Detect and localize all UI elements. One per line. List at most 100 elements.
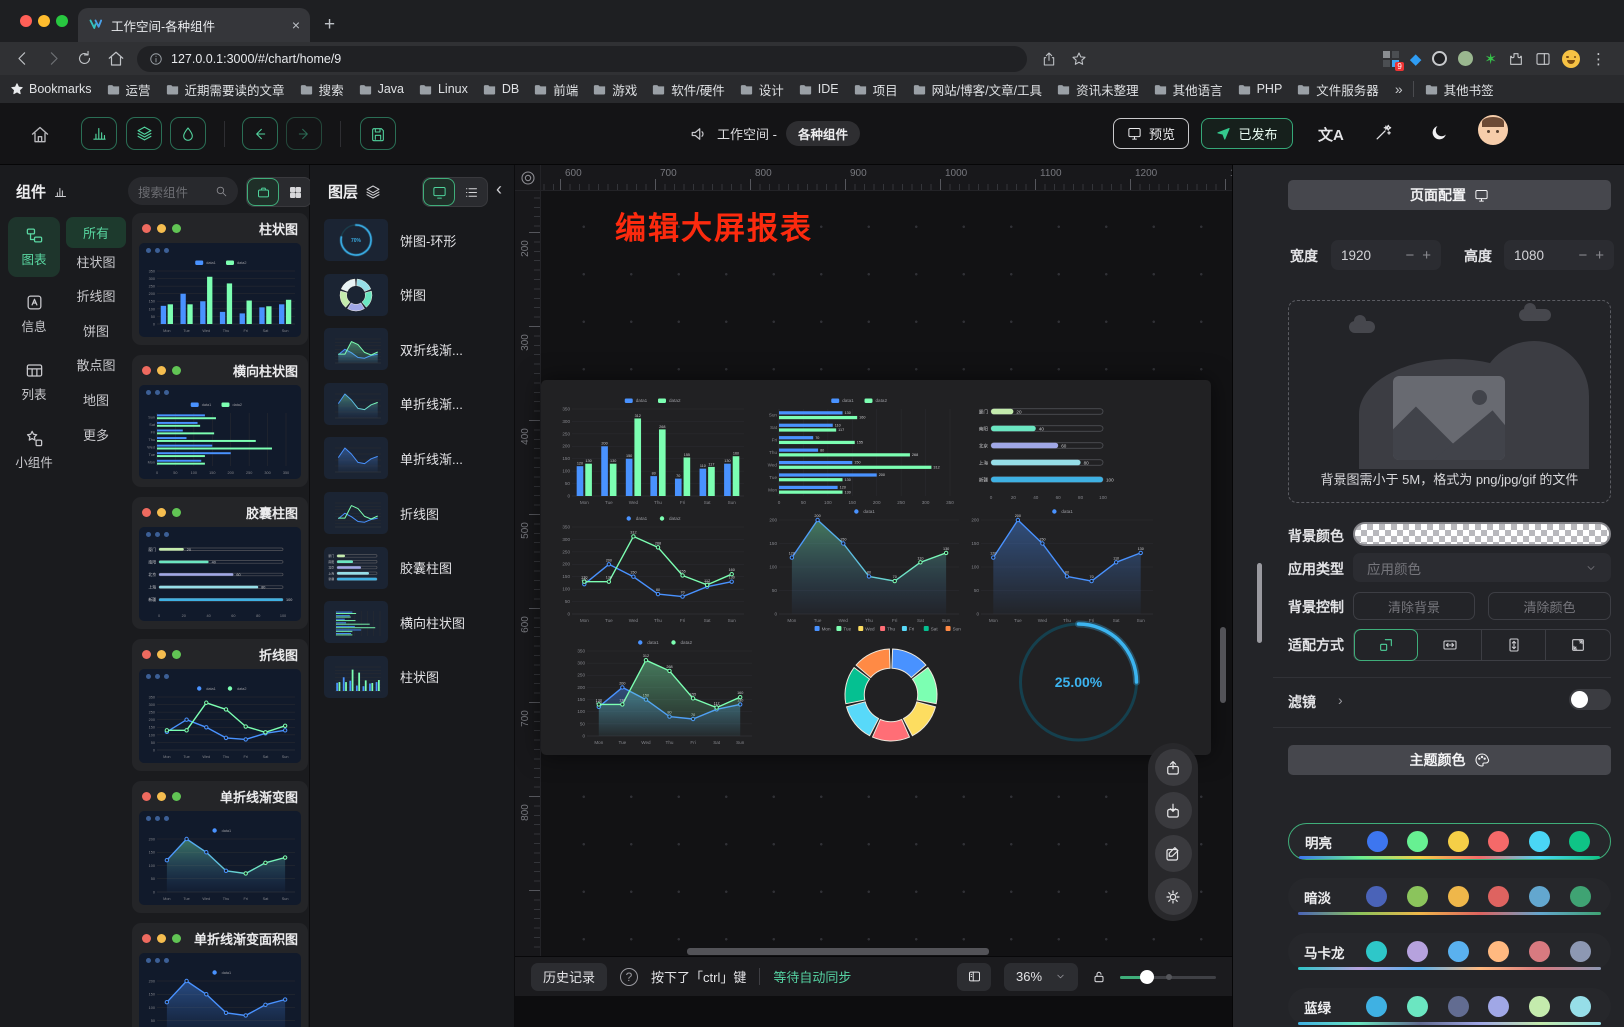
dashboard-chart[interactable]: MonTueWedThuFriSatSun <box>781 622 1001 755</box>
single-view-toggle[interactable] <box>247 178 279 206</box>
theme-color-dot[interactable] <box>1569 831 1590 852</box>
gem-extension-icon[interactable]: ◆ <box>1410 50 1422 68</box>
history-button[interactable]: 历史记录 <box>531 963 607 991</box>
theme-color-dot[interactable] <box>1366 886 1387 907</box>
tab-close-icon[interactable]: × <box>292 17 300 33</box>
theme-row-1[interactable]: 暗淡 <box>1288 878 1611 915</box>
editor-canvas[interactable]: 6007008009001000110012001300 20030040050… <box>515 165 1232 1027</box>
layers-panel-toggle[interactable] <box>126 117 162 150</box>
upload-button[interactable] <box>1155 749 1192 786</box>
clear-background-button[interactable]: 清除背景 <box>1353 592 1475 620</box>
minimap-button[interactable] <box>957 963 991 991</box>
theme-color-dot[interactable] <box>1570 941 1591 962</box>
theme-color-dot[interactable] <box>1570 996 1591 1017</box>
collapse-panel-icon[interactable]: ‹ <box>496 179 502 200</box>
search-input[interactable]: 搜索组件 <box>128 177 238 205</box>
layer-item[interactable]: 饼图 <box>324 272 502 318</box>
height-minus-button[interactable]: − <box>1578 247 1587 264</box>
bookmark-folder[interactable]: 搜索 <box>299 80 344 99</box>
dashboard-chart[interactable]: 050100150200250300350MonTueWedThuFriSatS… <box>556 394 748 506</box>
bookmark-folder[interactable]: DB <box>482 82 519 97</box>
lock-icon[interactable] <box>1091 969 1107 985</box>
bookmark-folder[interactable]: 资讯未整理 <box>1056 80 1139 99</box>
bookmark-folder[interactable]: 游戏 <box>592 80 637 99</box>
ruler-eye-icon[interactable] <box>520 170 536 186</box>
bookmark-folder[interactable]: 其他语言 <box>1153 80 1223 99</box>
category-4[interactable]: 散点图 <box>66 355 126 374</box>
fit-stretch-button[interactable] <box>1546 630 1610 660</box>
height-plus-button[interactable]: + <box>1595 247 1604 264</box>
save-button[interactable] <box>360 117 396 150</box>
theme-color-dot[interactable] <box>1570 886 1591 907</box>
component-card[interactable]: 折线图050100150200250300350MonTueWedThuFriS… <box>132 639 308 771</box>
theme-color-dot[interactable] <box>1407 941 1428 962</box>
sidebar-item-info[interactable]: 信息 <box>8 293 60 335</box>
redo-button[interactable] <box>286 117 322 150</box>
width-plus-button[interactable]: + <box>1422 247 1431 264</box>
filter-expand-icon[interactable]: › <box>1338 692 1343 708</box>
dashboard-chart[interactable]: 25.00% <box>996 614 1161 750</box>
zoom-slider[interactable] <box>1120 970 1216 984</box>
edit-button[interactable] <box>1155 835 1192 872</box>
vertical-scrollbar[interactable] <box>1220 627 1226 703</box>
bookmarks-overflow-icon[interactable]: » <box>1395 81 1403 97</box>
url-bar[interactable]: 127.0.0.1:3000/#/chart/home/9 <box>137 46 1027 72</box>
theme-color-dot[interactable] <box>1488 996 1509 1017</box>
theme-color-dot[interactable] <box>1448 831 1469 852</box>
component-card[interactable]: 单折线渐变面积图050100150200MonTueWedThuFriSatSu… <box>132 923 308 1027</box>
charts-panel-toggle[interactable] <box>81 117 117 150</box>
dashboard-chart[interactable]: 050100150200250300350MonTueWedThuFriSatS… <box>556 512 748 624</box>
sidebar-item-list[interactable]: 列表 <box>8 361 60 403</box>
category-1[interactable]: 柱状图 <box>66 252 126 271</box>
theme-color-dot[interactable] <box>1488 941 1509 962</box>
bookmark-folder[interactable]: Java <box>358 82 404 97</box>
sidebar-item-charts[interactable]: 图表 <box>8 217 60 277</box>
layer-item[interactable]: 70%饼图-环形 <box>324 217 502 263</box>
sidebar-item-widgets[interactable]: 小组件 <box>8 429 60 471</box>
clear-color-button[interactable]: 清除颜色 <box>1488 592 1611 620</box>
bookmark-folder[interactable]: IDE <box>798 82 839 97</box>
publish-button[interactable]: 已发布 <box>1201 118 1293 149</box>
bookmark-folder[interactable]: 网站/博客/文章/工具 <box>912 80 1042 99</box>
sidepanel-icon[interactable] <box>1535 51 1551 67</box>
component-card[interactable]: 胶囊柱图厦门20南阳40北京60上海80新疆100020406080100 <box>132 497 308 629</box>
window-minimize-button[interactable] <box>38 15 50 27</box>
bookmark-folder[interactable]: 运营 <box>106 80 151 99</box>
project-name-badge[interactable]: 各种组件 <box>786 121 860 146</box>
theme-color-dot[interactable] <box>1407 886 1428 907</box>
share-icon[interactable] <box>1041 51 1057 67</box>
layer-item[interactable]: 柱状图 <box>324 654 502 700</box>
fit-height-button[interactable] <box>1482 630 1546 660</box>
help-icon[interactable]: ? <box>620 968 638 986</box>
dashboard-chart[interactable]: 050100150200250300350MonTueWedThuFriSatS… <box>571 636 756 746</box>
layer-item[interactable]: 横向柱状图 <box>324 599 502 645</box>
theme-color-dot[interactable] <box>1448 941 1469 962</box>
filter-toggle[interactable] <box>1569 689 1611 710</box>
category-2[interactable]: 折线图 <box>66 286 126 305</box>
bookmark-folder[interactable]: PHP <box>1237 82 1283 97</box>
browser-tab[interactable]: 工作空间-各种组件 × <box>78 8 310 42</box>
horizontal-scrollbar[interactable] <box>687 948 989 955</box>
width-stepper[interactable]: 1920 − + <box>1331 240 1441 270</box>
other-bookmarks[interactable]: 其他书签 <box>1424 80 1494 99</box>
grid-view-toggle[interactable] <box>279 178 311 206</box>
bookmark-folder[interactable]: 项目 <box>853 80 898 99</box>
dark-mode-moon-icon[interactable] <box>1430 123 1449 142</box>
bookmark-folder[interactable]: 前端 <box>533 80 578 99</box>
theme-color-dot[interactable] <box>1448 996 1469 1017</box>
theme-row-0[interactable]: 明亮 <box>1288 823 1611 860</box>
dashboard-preview[interactable]: 050100150200250300350MonTueWedThuFriSatS… <box>541 380 1211 755</box>
dashboard-chart[interactable]: 厦门20南阳40北京60上海80新疆100020406080100 <box>965 400 1127 500</box>
category-6[interactable]: 更多 <box>66 425 126 444</box>
bookmark-star-icon[interactable] <box>1071 51 1087 67</box>
tampermonkey-extension-icon[interactable]: 9 <box>1383 51 1399 67</box>
window-close-button[interactable] <box>20 15 32 27</box>
config-scrollbar[interactable] <box>1257 563 1262 643</box>
theme-color-dot[interactable] <box>1366 996 1387 1017</box>
component-card[interactable]: 单折线渐变图050100150200MonTueWedThuFriSatSund… <box>132 781 308 913</box>
circle-extension-icon[interactable] <box>1432 51 1447 66</box>
bookmark-folder[interactable]: Linux <box>418 82 468 97</box>
home-button[interactable] <box>30 125 50 145</box>
bookmark-folder[interactable]: 软件/硬件 <box>651 80 724 99</box>
layer-item[interactable]: 厦门南阳北京上海新疆胶囊柱图 <box>324 545 502 591</box>
